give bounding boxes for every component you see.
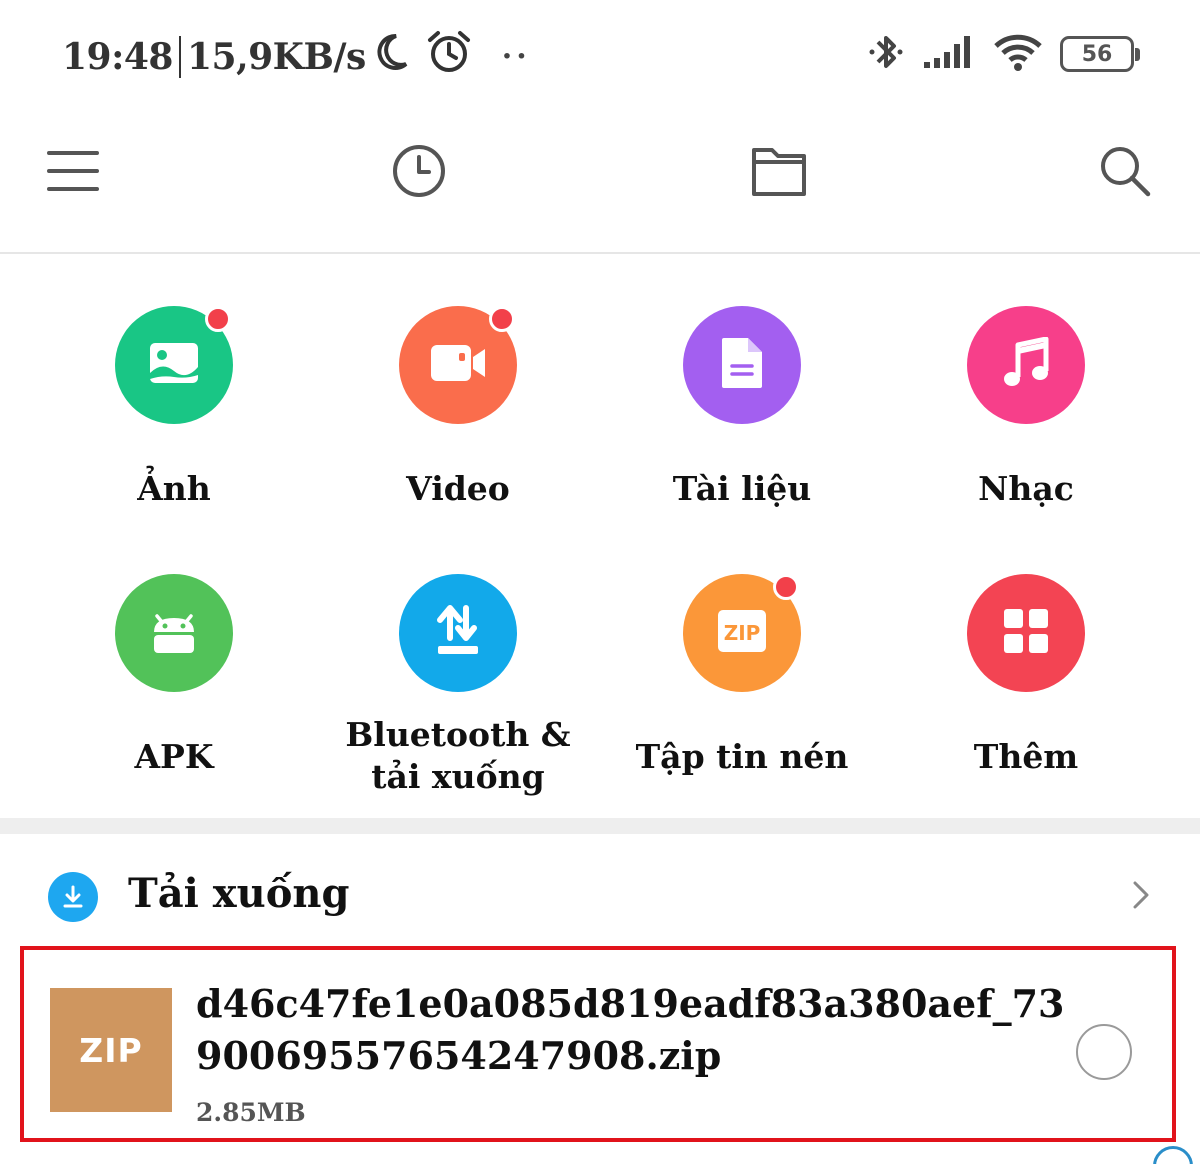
category-images[interactable]: Ảnh	[32, 306, 316, 510]
category-icon-circle: ZIP	[683, 574, 801, 692]
search-icon	[1098, 144, 1152, 202]
svg-text:ZIP: ZIP	[724, 621, 761, 645]
file-size: 2.85MB	[196, 1098, 306, 1127]
search-button[interactable]	[1090, 138, 1160, 208]
chevron-right-icon	[1132, 880, 1150, 914]
category-label: Thêm	[973, 737, 1079, 776]
alarm-clock-icon	[426, 30, 472, 83]
info-fab-button[interactable]	[1153, 1146, 1193, 1164]
select-checkbox[interactable]	[1076, 1024, 1132, 1080]
category-apk[interactable]: APK	[32, 574, 316, 778]
status-time: 19:48	[62, 35, 173, 78]
category-icon-circle	[683, 306, 801, 424]
category-video[interactable]: Video	[316, 306, 600, 510]
zip-icon: ZIP	[716, 608, 768, 658]
category-archives[interactable]: ZIP Tập tin nén	[600, 574, 884, 778]
image-icon	[148, 341, 200, 389]
category-more[interactable]: Thêm	[884, 574, 1168, 778]
music-note-icon	[1002, 336, 1050, 393]
category-documents[interactable]: Tài liệu	[600, 306, 884, 510]
category-label: Bluetooth & tải xuống	[345, 715, 571, 796]
battery-indicator: 56	[1060, 36, 1140, 72]
battery-level: 56	[1081, 41, 1113, 67]
wifi-icon	[992, 32, 1044, 76]
category-icon-circle	[115, 574, 233, 692]
status-right: 56	[866, 30, 1140, 78]
category-bluetooth-downloads[interactable]: Bluetooth & tải xuống	[316, 574, 600, 798]
category-label: Tập tin nén	[635, 737, 849, 776]
category-icon-circle	[115, 306, 233, 424]
category-label: Tài liệu	[672, 469, 812, 508]
status-left: 19:48 15,9KB/s ··	[62, 30, 531, 83]
category-label: Nhạc	[978, 469, 1074, 508]
category-label: APK	[134, 737, 214, 776]
category-icon-circle	[967, 574, 1085, 692]
status-net-speed: 15,9KB/s	[186, 35, 366, 78]
android-icon	[149, 606, 199, 660]
menu-button[interactable]	[38, 138, 108, 208]
folder-icon	[752, 146, 806, 200]
category-grid: Ảnh Video Tài liệu Nhạc APK Bluetooth & …	[0, 256, 1200, 818]
new-badge	[489, 306, 515, 332]
video-camera-icon	[429, 343, 487, 387]
category-label: Video	[406, 469, 510, 508]
zip-file-thumbnail: ZIP	[50, 988, 172, 1112]
clock-icon	[392, 144, 446, 202]
category-icon-circle	[399, 306, 517, 424]
bluetooth-icon	[866, 30, 906, 78]
downloads-title: Tải xuống	[128, 870, 350, 917]
new-badge	[205, 306, 231, 332]
transfer-arrows-icon	[434, 604, 482, 662]
download-file-row[interactable]: ZIP d46c47fe1e0a085d819eadf83a380aef_739…	[20, 946, 1176, 1142]
category-icon-circle	[967, 306, 1085, 424]
folders-button[interactable]	[744, 138, 814, 208]
category-icon-circle	[399, 574, 517, 692]
category-label: Ảnh	[137, 469, 211, 508]
file-name: d46c47fe1e0a085d819eadf83a380aef_7390069…	[196, 981, 1065, 1078]
status-bar: 19:48 15,9KB/s ·· 56	[0, 0, 1200, 110]
downloads-section-header[interactable]: Tải xuống	[0, 840, 1200, 944]
more-notifications-indicator: ··	[501, 39, 531, 74]
document-icon	[720, 336, 764, 394]
signal-icon	[922, 34, 976, 74]
top-toolbar	[0, 110, 1200, 254]
new-badge	[773, 574, 799, 600]
section-divider	[0, 818, 1200, 834]
grid-icon	[1002, 607, 1050, 659]
recent-button[interactable]	[384, 138, 454, 208]
menu-icon	[47, 149, 99, 197]
download-icon	[48, 872, 98, 922]
category-music[interactable]: Nhạc	[884, 306, 1168, 510]
status-separator	[178, 35, 181, 78]
moon-icon	[374, 32, 410, 81]
